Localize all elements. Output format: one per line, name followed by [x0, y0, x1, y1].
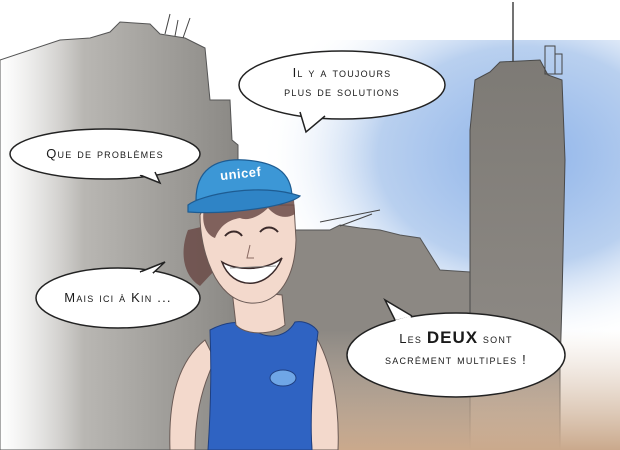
shirt-logo	[269, 369, 297, 387]
bubble-top-line2: plus de solutions	[284, 83, 400, 99]
bubble-bottom-line1-b: sont	[478, 331, 513, 346]
bubble-bottom: Les DEUX sont sacrément multiples !	[350, 326, 562, 369]
bubble-bottom-emphasis: DEUX	[426, 328, 479, 347]
comic-panel: Il y a toujours plus de solutions Que de…	[0, 0, 620, 450]
bubble-bottom-line2: sacrément multiples !	[385, 351, 527, 367]
bubble-top: Il y a toujours plus de solutions	[246, 64, 438, 102]
bubble-bottom-line1: Les DEUX sont	[350, 326, 562, 351]
bubble-middle: Mais ici à Kin ...	[40, 289, 196, 308]
bubble-bottom-line1-a: Les	[399, 331, 427, 346]
bubble-left: Que de problèmes	[18, 145, 192, 164]
bubble-left-text: Que de problèmes	[46, 146, 164, 161]
tank-top	[207, 321, 319, 450]
bubble-top-line1: Il y a toujours	[292, 65, 392, 80]
bubble-middle-text: Mais ici à Kin ...	[64, 290, 172, 305]
